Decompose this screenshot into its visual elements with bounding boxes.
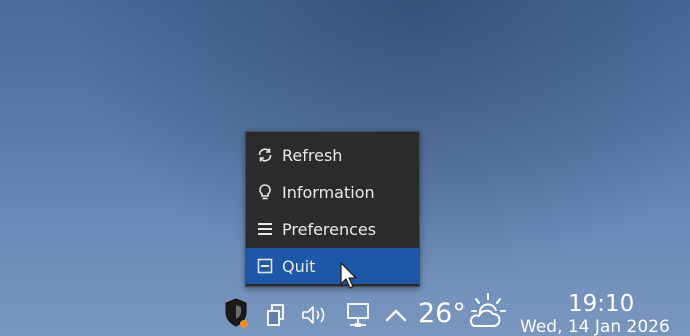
menu-item-label: Preferences <box>282 219 377 239</box>
menu-item-refresh[interactable]: Refresh <box>246 137 419 173</box>
refresh-icon <box>256 146 274 164</box>
hamburger-icon <box>256 220 274 238</box>
weather-icon[interactable] <box>464 292 508 332</box>
clipboard-icon[interactable] <box>263 302 289 328</box>
menu-item-label: Information <box>282 182 375 202</box>
network-icon[interactable] <box>344 301 372 329</box>
volume-icon[interactable] <box>300 302 330 328</box>
menu-item-information[interactable]: Information <box>246 174 419 210</box>
lightbulb-icon <box>256 183 274 201</box>
chevron-up-icon[interactable] <box>383 302 409 328</box>
tray-context-menu: Refresh Information Preferences Quit <box>245 131 420 287</box>
clock-time[interactable]: 19:10 <box>568 290 634 318</box>
shield-icon[interactable] <box>221 296 251 330</box>
window-close-icon <box>256 257 274 275</box>
menu-item-label: Refresh <box>282 145 343 165</box>
menu-item-label: Quit <box>282 256 316 276</box>
menu-item-quit[interactable]: Quit <box>246 248 419 284</box>
clock-date[interactable]: Wed, 14 Jan 2026 <box>520 316 670 336</box>
temperature-label[interactable]: 26° <box>418 296 466 332</box>
menu-item-preferences[interactable]: Preferences <box>246 211 419 247</box>
